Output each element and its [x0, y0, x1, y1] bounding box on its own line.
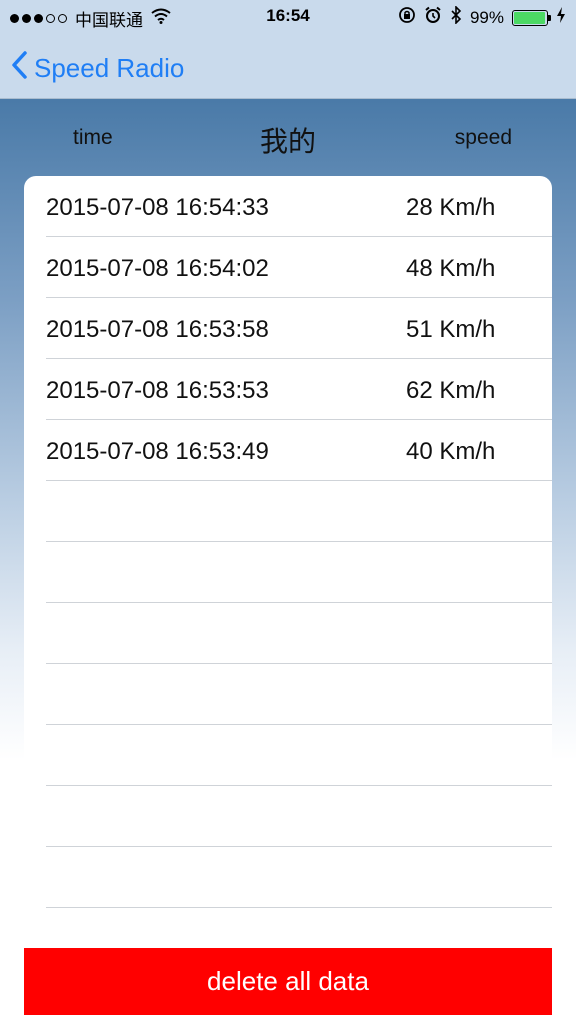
- table-row[interactable]: 2015-07-08 16:53:58 51 Km/h: [46, 298, 552, 359]
- delete-all-data-button[interactable]: delete all data: [24, 948, 552, 1015]
- record-time: 2015-07-08 16:53:49: [46, 438, 269, 465]
- chevron-left-icon: [10, 50, 28, 87]
- empty-table-row: [46, 542, 552, 603]
- empty-table-row: [46, 603, 552, 664]
- top-bar: 中国联通 16:54 99% Speed Radio: [0, 0, 576, 99]
- empty-table-row: [46, 664, 552, 725]
- bluetooth-icon: [450, 5, 462, 29]
- battery-icon: [512, 9, 551, 26]
- empty-table-row: [46, 481, 552, 542]
- record-time: 2015-07-08 16:53:58: [46, 316, 269, 343]
- record-speed: 62 Km/h: [406, 377, 496, 404]
- speed-column-label: speed: [454, 126, 512, 149]
- empty-table-row: [46, 786, 552, 847]
- record-speed: 40 Km/h: [406, 438, 496, 465]
- record-speed: 51 Km/h: [406, 316, 496, 343]
- record-speed: 48 Km/h: [406, 255, 496, 282]
- back-button-label: Speed Radio: [34, 53, 185, 83]
- column-header: time 我的 speed: [0, 116, 576, 160]
- record-speed: 28 Km/h: [406, 194, 496, 221]
- status-bar: 中国联通 16:54 99%: [0, 0, 576, 34]
- status-right: 99%: [398, 5, 566, 29]
- alarm-icon: [424, 6, 442, 29]
- records-table[interactable]: 2015-07-08 16:54:33 28 Km/h 2015-07-08 1…: [24, 176, 552, 936]
- rotation-lock-icon: [398, 6, 416, 29]
- charging-icon: [556, 6, 566, 29]
- back-button[interactable]: Speed Radio: [10, 50, 184, 87]
- table-row[interactable]: 2015-07-08 16:53:53 62 Km/h: [46, 359, 552, 420]
- record-time: 2015-07-08 16:54:02: [46, 255, 269, 282]
- empty-table-row: [46, 847, 552, 908]
- table-row[interactable]: 2015-07-08 16:53:49 40 Km/h: [46, 420, 552, 481]
- empty-table-row: [46, 725, 552, 786]
- navigation-bar: Speed Radio: [0, 40, 576, 96]
- record-time: 2015-07-08 16:53:53: [46, 377, 269, 404]
- table-row[interactable]: 2015-07-08 16:54:33 28 Km/h: [46, 176, 552, 237]
- record-time: 2015-07-08 16:54:33: [46, 194, 269, 221]
- table-row[interactable]: 2015-07-08 16:54:02 48 Km/h: [46, 237, 552, 298]
- battery-percent: 99%: [469, 7, 504, 27]
